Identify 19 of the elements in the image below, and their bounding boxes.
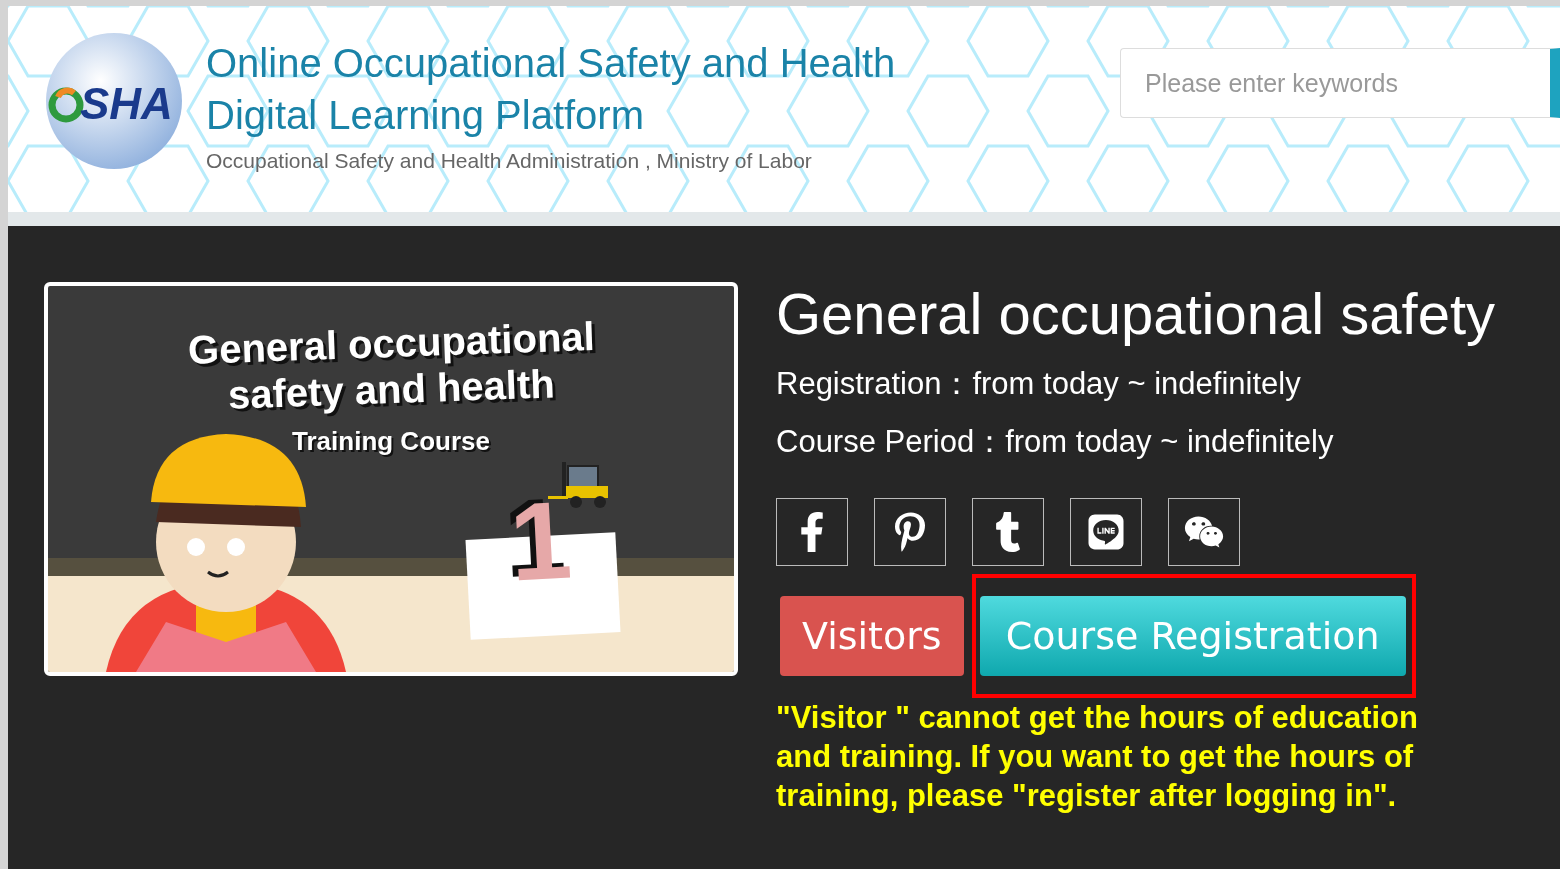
registration-button[interactable]: Course Registration — [979, 596, 1406, 676]
line-icon — [1086, 512, 1126, 552]
tumblr-share-button[interactable] — [972, 498, 1044, 566]
line-share-button[interactable] — [1070, 498, 1142, 566]
course-title: General occupational safety — [776, 282, 1495, 346]
site-title: Online Occupational Safety and Health — [206, 40, 896, 87]
pinterest-share-button[interactable] — [874, 498, 946, 566]
notice-text: "Visitor " cannot get the hours of education and training. If you want to get the hours of training, please "register after logging in". — [776, 699, 1419, 815]
course-info: Course Period：from today ~ indefinitely — [776, 424, 1335, 460]
logo: SHA — [44, 31, 184, 171]
site-title: Digital Learning Platform — [206, 92, 645, 139]
thumbnail-subtitle: Training Course — [292, 426, 490, 457]
visitors-button[interactable]: Visitors — [780, 596, 964, 676]
wechat-share-button[interactable] — [1168, 498, 1240, 566]
site-subtitle: Occupational Safety and Health Administration , Ministry of Labor — [206, 149, 813, 173]
facebook-share-button[interactable] — [776, 498, 848, 566]
course-number: 1 — [507, 494, 574, 588]
search-field[interactable]: Please enter keywords — [1120, 48, 1560, 118]
course-info: Registration：from today ~ indefinitely — [776, 366, 1302, 402]
